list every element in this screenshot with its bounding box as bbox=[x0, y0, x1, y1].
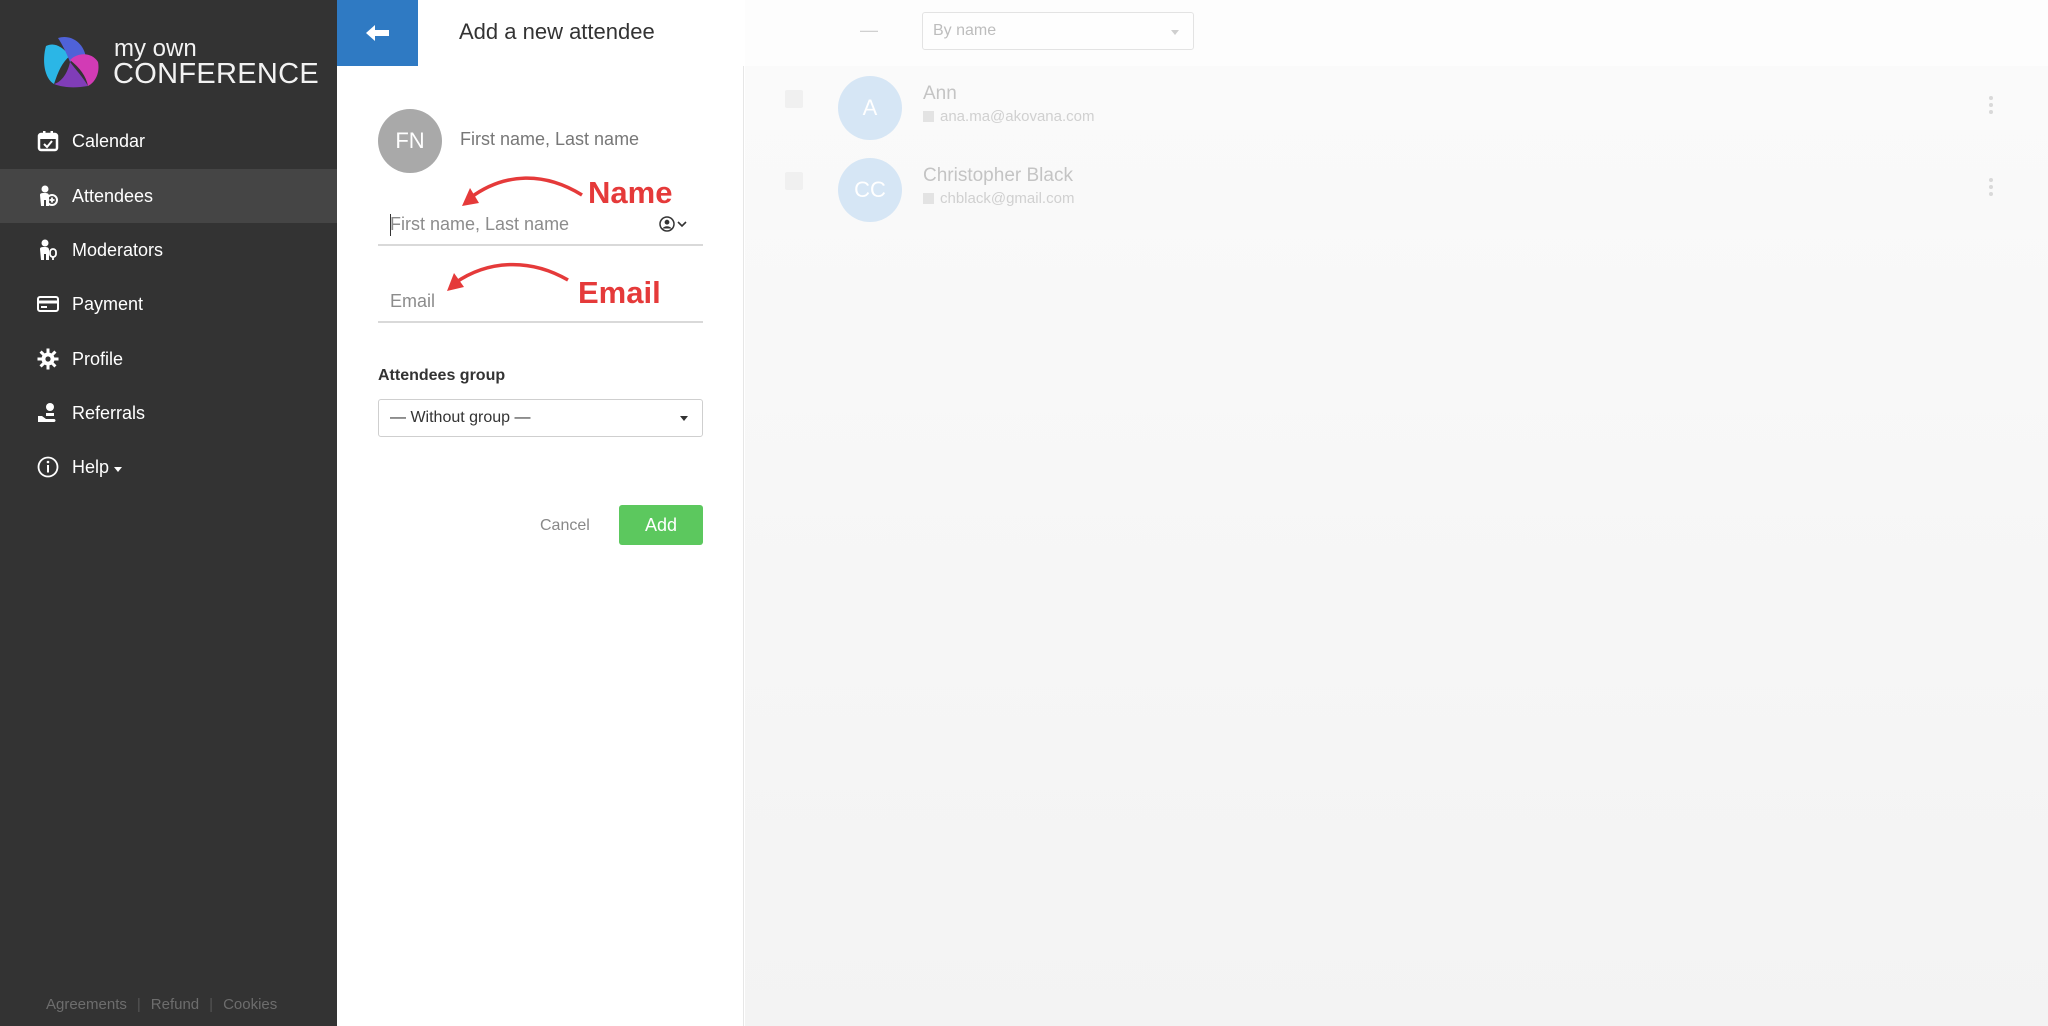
footer-separator: | bbox=[209, 996, 214, 1013]
sidebar-item-label: Calendar bbox=[72, 130, 146, 151]
sidebar-item-calendar[interactable]: Calendar bbox=[0, 114, 337, 168]
sort-dash: — bbox=[860, 20, 878, 40]
referrals-icon bbox=[36, 401, 60, 425]
footer-separator: | bbox=[136, 996, 141, 1013]
sidebar-item-label: Help bbox=[72, 456, 110, 477]
logo-text-conference: CONFERENCE bbox=[113, 58, 320, 90]
avatar: FN bbox=[378, 109, 442, 173]
credit-card-icon bbox=[36, 292, 60, 316]
add-button[interactable]: Add bbox=[619, 505, 703, 545]
sidebar-item-referrals[interactable]: Referrals bbox=[0, 386, 337, 440]
sidebar-item-label: Profile bbox=[72, 348, 124, 369]
attendee-email-text: ana.ma@akovana.com bbox=[940, 108, 1095, 125]
list-item[interactable]: CC Christopher Black chblack@gmail.com bbox=[745, 148, 2048, 230]
calendar-icon bbox=[36, 129, 60, 153]
logo-mark-icon bbox=[44, 36, 99, 88]
name-field-wrapper bbox=[378, 206, 703, 246]
info-icon bbox=[36, 455, 60, 479]
sidebar: my own CONFERENCE Calendar Attendees Mod… bbox=[0, 0, 337, 1026]
email-icon bbox=[923, 193, 934, 204]
sidebar-item-label: Referrals bbox=[72, 402, 146, 423]
sidebar-item-profile[interactable]: Profile bbox=[0, 332, 337, 386]
chevron-down-icon bbox=[680, 416, 688, 421]
annotation-name: Name bbox=[588, 175, 673, 210]
email-icon bbox=[923, 111, 934, 122]
row-checkbox[interactable] bbox=[785, 172, 803, 190]
sidebar-item-moderators[interactable]: Moderators bbox=[0, 223, 337, 277]
attendees-icon bbox=[36, 184, 60, 208]
group-select-value: — Without group — bbox=[390, 409, 531, 426]
attendee-email: ana.ma@akovana.com bbox=[923, 108, 1094, 125]
sidebar-item-help[interactable]: Help bbox=[0, 440, 337, 494]
arrow-left-icon bbox=[365, 25, 389, 41]
back-button[interactable] bbox=[337, 0, 418, 66]
chevron-down-icon bbox=[1171, 30, 1179, 35]
attendee-email: chblack@gmail.com bbox=[923, 190, 1074, 207]
sidebar-item-label: Attendees bbox=[72, 185, 154, 206]
attendee-name: Christopher Black bbox=[923, 165, 1073, 186]
sidebar-item-payment[interactable]: Payment bbox=[0, 277, 337, 331]
sidebar-item-label: Moderators bbox=[72, 239, 164, 260]
attendee-name: Ann bbox=[923, 83, 957, 104]
text-cursor bbox=[390, 214, 391, 236]
sidebar-footer: Agreements | Refund | Cookies bbox=[46, 996, 277, 1013]
name-input[interactable] bbox=[390, 214, 650, 235]
page-title: Add a new attendee bbox=[459, 19, 655, 44]
more-options-icon[interactable] bbox=[1989, 178, 1994, 196]
preview-name: First name, Last name bbox=[460, 129, 640, 149]
attendees-group-select[interactable]: — Without group — bbox=[378, 399, 703, 437]
sidebar-item-attendees[interactable]: Attendees bbox=[0, 169, 337, 223]
more-options-icon[interactable] bbox=[1989, 96, 1994, 114]
agreements-link[interactable]: Agreements bbox=[46, 996, 127, 1013]
avatar: CC bbox=[838, 158, 902, 222]
cookies-link[interactable]: Cookies bbox=[223, 996, 277, 1013]
chevron-down-icon bbox=[114, 467, 122, 472]
sort-select-value: By name bbox=[933, 22, 997, 39]
gear-icon bbox=[36, 347, 60, 371]
contact-picker-icon[interactable] bbox=[659, 216, 687, 232]
row-checkbox[interactable] bbox=[785, 90, 803, 108]
moderators-icon bbox=[36, 238, 60, 262]
chevron-down-icon bbox=[677, 221, 687, 228]
list-item[interactable]: A Ann ana.ma@akovana.com bbox=[745, 66, 2048, 148]
attendees-group-label: Attendees group bbox=[378, 367, 506, 384]
app-logo[interactable]: my own CONFERENCE bbox=[40, 32, 319, 92]
refund-link[interactable]: Refund bbox=[151, 996, 199, 1013]
sidebar-item-label: Payment bbox=[72, 293, 144, 314]
attendee-email-text: chblack@gmail.com bbox=[940, 190, 1075, 207]
annotation-email: Email bbox=[578, 275, 661, 310]
avatar: A bbox=[838, 76, 902, 140]
cancel-button[interactable]: Cancel bbox=[540, 517, 590, 535]
sort-select[interactable]: By name bbox=[922, 12, 1194, 50]
